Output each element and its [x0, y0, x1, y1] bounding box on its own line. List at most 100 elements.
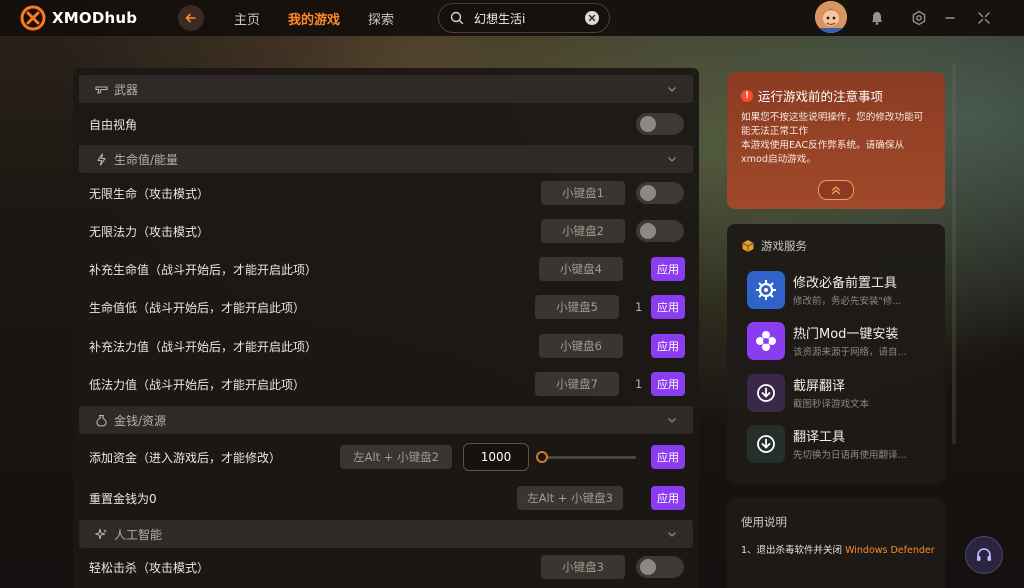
app-logo[interactable]: XMODhub — [20, 5, 172, 31]
apply-button[interactable]: 应用 — [651, 372, 685, 396]
option-easy-kill: 轻松击杀（攻击模式） 小键盘3 — [89, 553, 684, 581]
hotkey-badge[interactable]: 小键盘6 — [539, 334, 623, 358]
chevron-down-icon — [668, 418, 676, 423]
search-icon — [450, 11, 464, 25]
section-label: 生命值/能量 — [114, 152, 179, 167]
minimize-icon[interactable] — [942, 10, 958, 26]
game-services-card: 游戏服务 修改必备前置工具 修改前，务必先安装"修... 热门Mod一键安装 该… — [727, 224, 945, 484]
option-label: 重置金钱为0 — [89, 491, 157, 506]
warning-title-row: ! 运行游戏前的注意事项 — [741, 86, 931, 105]
chevron-up-double-icon — [831, 186, 841, 195]
services-header: 游戏服务 — [741, 238, 807, 254]
option-label: 低法力值（战斗开始后，才能开启此项） — [89, 377, 306, 392]
hotkey-badge[interactable]: 小键盘5 — [535, 295, 619, 319]
service-title: 翻译工具 — [793, 430, 846, 445]
user-avatar[interactable] — [815, 1, 847, 33]
service-item-mod-install[interactable]: 热门Mod一键安装 该资源来源于网络，请自... — [747, 319, 937, 363]
service-title: 截屏翻译 — [793, 379, 846, 394]
apply-button[interactable]: 应用 — [651, 295, 685, 319]
chevron-down-icon — [668, 157, 676, 162]
option-add-money: 添加资金（进入游戏后，才能修改） 左Alt + 小键盘2 1000 应用 — [89, 443, 685, 471]
service-item-translate-tool[interactable]: 翻译工具 先切换为日语再使用翻译... — [747, 422, 937, 466]
services-title: 游戏服务 — [761, 239, 807, 253]
download-circle-icon — [747, 425, 785, 463]
nav-explore[interactable]: 探索 — [368, 9, 394, 28]
search-input[interactable] — [472, 10, 585, 26]
service-item-screenshot-translate[interactable]: 截屏翻译 截图秒译游戏文本 — [747, 371, 937, 415]
money-amount-input[interactable]: 1000 — [463, 443, 529, 471]
section-label: 武器 — [114, 82, 139, 97]
nav-home[interactable]: 主页 — [234, 9, 260, 28]
right-scrollbar[interactable] — [952, 64, 956, 444]
hotkey-badge[interactable]: 小键盘1 — [541, 181, 625, 205]
warning-title: 运行游戏前的注意事项 — [758, 89, 884, 104]
service-desc: 修改前，务必先安装"修... — [793, 296, 902, 307]
usage-step-text: 1、退出杀毒软件并关闭 — [741, 545, 843, 556]
option-low-mana: 低法力值（战斗开始后，才能开启此项） 小键盘7 1 应用 — [89, 370, 685, 398]
support-button[interactable] — [965, 536, 1003, 574]
warning-line: 如果您不按这些说明操作，您的修改功能可能无法正常工作 — [741, 112, 924, 137]
option-reset-money: 重置金钱为0 左Alt + 小键盘3 应用 — [89, 484, 685, 512]
option-label: 生命值低（战斗开始后，才能开启此项） — [89, 300, 306, 315]
hotkey-badge[interactable]: 左Alt + 小键盘2 — [340, 445, 452, 469]
mod-options-panel: 武器 自由视角 生命值/能量 无限生命（攻击模式） 小键盘1 无限法力（攻击模式… — [73, 68, 699, 588]
hotkey-badge[interactable]: 小键盘3 — [541, 555, 625, 579]
option-label: 添加资金（进入游戏后，才能修改） — [89, 450, 282, 465]
apply-button[interactable]: 应用 — [651, 445, 685, 469]
hotkey-badge[interactable]: 小键盘7 — [535, 372, 619, 396]
section-weapon[interactable]: 武器 — [79, 75, 693, 103]
toggle-infinite-health[interactable] — [636, 182, 684, 204]
money-bag-icon — [96, 414, 107, 427]
money-slider-handle[interactable] — [536, 451, 548, 463]
toggle-infinite-mana[interactable] — [636, 220, 684, 242]
value-readout: 1 — [635, 377, 643, 391]
arrow-left-icon — [185, 13, 196, 23]
money-slider-track[interactable] — [540, 456, 636, 459]
avatar-image — [815, 1, 847, 33]
gun-icon — [95, 85, 108, 94]
apply-button[interactable]: 应用 — [651, 257, 685, 281]
ai-sparkle-icon — [95, 528, 107, 539]
notification-icon[interactable] — [869, 10, 885, 26]
usage-instructions-card: 使用说明 1、退出杀毒软件并关闭 Windows Defender — [727, 497, 945, 588]
option-label: 补充生命值（战斗开始后，才能开启此项） — [89, 262, 318, 277]
fullscreen-icon[interactable] — [976, 10, 992, 26]
section-label: 人工智能 — [114, 527, 163, 542]
gear-wrench-icon — [747, 271, 785, 309]
nav-my-games[interactable]: 我的游戏 — [288, 9, 340, 28]
section-health[interactable]: 生命值/能量 — [79, 145, 693, 173]
collapse-button[interactable] — [818, 180, 854, 200]
hotkey-badge[interactable]: 小键盘4 — [539, 257, 623, 281]
search-box[interactable] — [438, 3, 610, 33]
option-refill-health: 补充生命值（战斗开始后，才能开启此项） 小键盘4 应用 — [89, 255, 685, 283]
apply-button[interactable]: 应用 — [651, 486, 685, 510]
back-button[interactable] — [178, 5, 204, 31]
clear-search-icon[interactable] — [585, 11, 599, 25]
lightning-icon — [97, 152, 106, 166]
warning-card: ! 运行游戏前的注意事项 如果您不按这些说明操作，您的修改功能可能无法正常工作 … — [727, 72, 945, 209]
hotkey-badge[interactable]: 左Alt + 小键盘3 — [517, 486, 623, 510]
value-readout: 1 — [635, 300, 643, 314]
section-label: 金钱/资源 — [114, 413, 167, 428]
service-title: 热门Mod一键安装 — [793, 327, 899, 342]
settings-icon[interactable] — [911, 10, 927, 26]
option-low-health: 生命值低（战斗开始后，才能开启此项） 小键盘5 1 应用 — [89, 293, 685, 321]
package-icon — [742, 240, 754, 252]
service-desc: 先切换为日语再使用翻译... — [793, 450, 907, 461]
warning-line: 本游戏使用EAC反作弊系统。请确保从xmod启动游戏。 — [741, 140, 905, 165]
section-ai[interactable]: 人工智能 — [79, 520, 693, 548]
section-money[interactable]: 金钱/资源 — [79, 406, 693, 434]
service-item-prerequisite-tools[interactable]: 修改必备前置工具 修改前，务必先安装"修... — [747, 268, 937, 312]
option-label: 自由视角 — [89, 117, 138, 132]
option-free-view: 自由视角 — [89, 110, 684, 138]
option-label: 无限法力（攻击模式） — [89, 224, 210, 239]
main-nav: 主页 我的游戏 探索 — [234, 9, 422, 28]
app-name: XMODhub — [52, 9, 138, 27]
option-label: 补充法力值（战斗开始后，才能开启此项） — [89, 339, 318, 354]
service-desc: 该资源来源于网络，请自... — [793, 347, 907, 358]
apply-button[interactable]: 应用 — [651, 334, 685, 358]
hotkey-badge[interactable]: 小键盘2 — [541, 219, 625, 243]
usage-step-highlight: Windows Defender — [842, 545, 935, 556]
toggle-easy-kill[interactable] — [636, 556, 684, 578]
toggle-free-view[interactable] — [636, 113, 684, 135]
